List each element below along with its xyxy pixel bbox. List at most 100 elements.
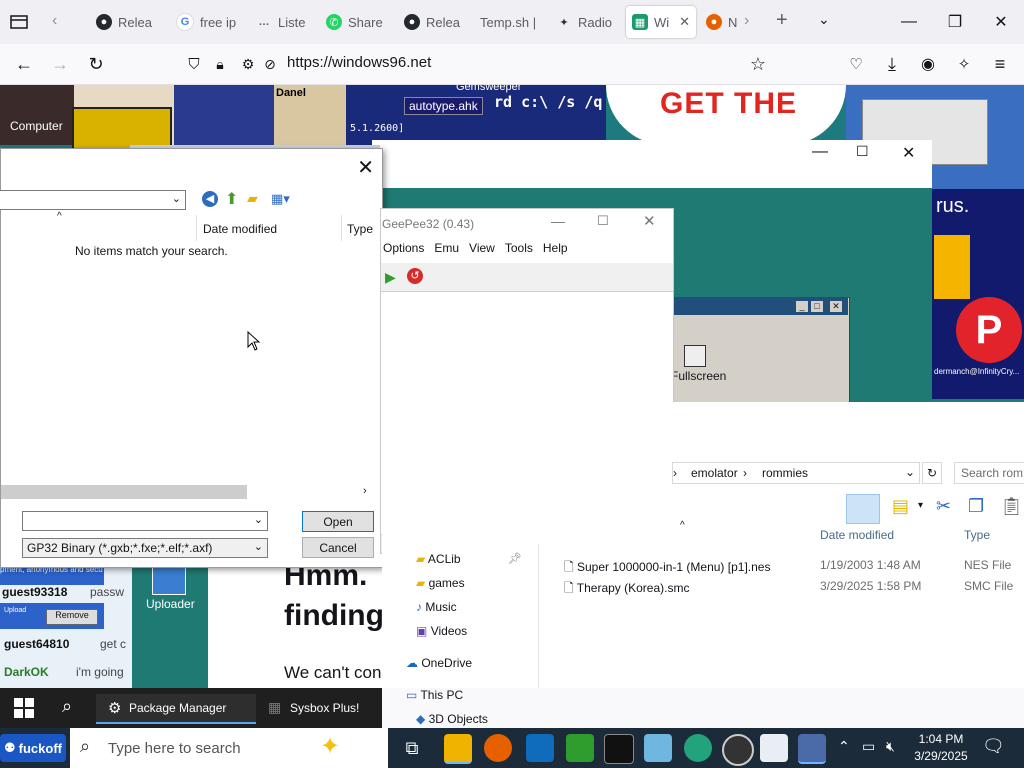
nav-item-this-pc[interactable]: ▭ This PC: [406, 688, 463, 702]
breadcrumb-rommies[interactable]: rommies: [762, 466, 808, 480]
column-date-modified[interactable]: Date modified: [203, 222, 277, 236]
tab-scroll-right-icon[interactable]: ›: [744, 12, 749, 30]
clock-time[interactable]: 1:04 PM: [916, 732, 966, 746]
cancel-button[interactable]: Cancel: [302, 537, 374, 558]
paste-icon[interactable]: 📋︎: [1000, 496, 1023, 517]
close-icon[interactable]: ✕: [986, 8, 1016, 36]
outlook-taskbar-icon[interactable]: [526, 734, 554, 762]
app-taskbar-icon[interactable]: [760, 734, 788, 762]
tab-windows96-active[interactable]: ▦ Wi ✕: [626, 6, 696, 38]
tab-google[interactable]: G free ip: [176, 6, 236, 38]
autotype-file-label[interactable]: autotype.ahk: [404, 97, 483, 115]
tab-liste[interactable]: … Liste: [256, 6, 308, 38]
uploader-label[interactable]: Uploader: [146, 597, 195, 611]
w96-start-icon[interactable]: [14, 698, 34, 718]
look-in-combo[interactable]: ⌄: [0, 190, 186, 210]
w96-search-icon[interactable]: ⌕: [62, 696, 72, 717]
file-name-combo[interactable]: ⌄: [22, 511, 268, 531]
column-type[interactable]: Type: [347, 222, 373, 236]
preview-pane-icon[interactable]: [846, 494, 880, 524]
volume-muted-icon[interactable]: 🔇︎: [886, 738, 895, 755]
reload-icon[interactable]: ↻: [82, 50, 110, 78]
app-taskbar-icon[interactable]: [566, 734, 594, 762]
app-taskbar-icon[interactable]: [684, 734, 712, 762]
menu-view[interactable]: View: [469, 241, 495, 261]
tracking-blocked-icon[interactable]: ⊘: [256, 50, 284, 78]
new-tab-icon[interactable]: +: [776, 9, 788, 32]
up-folder-icon[interactable]: ⬆: [225, 189, 238, 209]
tab-scroll-left-icon[interactable]: ‹: [52, 12, 57, 30]
subwin-minimize-icon[interactable]: _: [796, 301, 808, 312]
url-bar[interactable]: https://windows96.net: [287, 54, 431, 71]
forward-icon[interactable]: →: [46, 50, 74, 78]
remove-button[interactable]: Remove: [46, 609, 98, 625]
chevron-down-icon[interactable]: ⌄: [905, 465, 915, 479]
subwin-close-icon[interactable]: ✕: [830, 301, 842, 312]
extensions-icon[interactable]: ✧: [950, 50, 978, 78]
menu-options[interactable]: Options: [383, 241, 424, 261]
search-input[interactable]: Search rom: [954, 462, 1024, 484]
chevron-down-icon[interactable]: ▾: [918, 500, 923, 511]
start-button[interactable]: ⚉ fuckoff: [0, 734, 66, 762]
fullscreen-label[interactable]: Fullscreen: [671, 369, 726, 383]
close-tab-icon[interactable]: ✕: [679, 14, 690, 30]
properties-icon[interactable]: ▤: [892, 496, 909, 517]
app-taskbar-icon[interactable]: [798, 734, 826, 764]
bg-maximize-icon[interactable]: ☐: [856, 143, 869, 160]
back-icon[interactable]: ←: [10, 50, 38, 78]
tab-firefox[interactable]: ● N: [706, 6, 744, 38]
w96-task-sysbox[interactable]: ▦ Sysbox Plus!: [262, 694, 382, 722]
tab-github-2[interactable]: ● Relea: [404, 6, 464, 38]
nav-item-aclib[interactable]: ▰ ACLib: [416, 552, 461, 566]
sort-up-icon[interactable]: ^: [680, 520, 685, 531]
menu-tools[interactable]: Tools: [505, 241, 533, 261]
tab-github-1[interactable]: ● Relea: [96, 6, 162, 38]
back-icon[interactable]: ◀: [202, 191, 218, 207]
nav-item-games[interactable]: ▰ games: [416, 576, 465, 590]
task-view-icon[interactable]: ⧉: [398, 734, 426, 762]
new-folder-icon[interactable]: ▰: [247, 190, 258, 207]
chevron-up-icon[interactable]: ⌃: [838, 738, 850, 755]
maximize-icon[interactable]: ☐: [597, 213, 609, 229]
network-icon[interactable]: ▭: [862, 738, 875, 755]
account-icon[interactable]: ◉: [914, 50, 942, 78]
file-explorer-taskbar-icon[interactable]: [444, 734, 472, 764]
column-date-modified[interactable]: Date modified: [820, 528, 894, 542]
minimize-icon[interactable]: —: [894, 8, 924, 36]
address-bar[interactable]: › emolator › rommies ⌄: [672, 462, 920, 484]
close-icon[interactable]: ✕: [643, 212, 656, 230]
view-menu-icon[interactable]: ▦▾: [271, 191, 290, 207]
menu-emu[interactable]: Emu: [434, 241, 459, 261]
cut-icon[interactable]: ✂: [936, 496, 951, 517]
scroll-right-icon[interactable]: ›: [363, 485, 367, 497]
reset-icon[interactable]: ↺: [407, 268, 423, 284]
notifications-icon[interactable]: 🗨︎: [982, 736, 1005, 757]
file-row[interactable]: 🗋︎ Super 1000000-in-1 (Menu) [p1].nes: [564, 558, 770, 579]
nav-item-3d-objects[interactable]: ◆ 3D Objects: [416, 712, 488, 726]
open-button[interactable]: Open: [302, 511, 374, 532]
download-icon[interactable]: ⤓: [878, 50, 906, 78]
list-all-tabs-icon[interactable]: ⌄: [818, 11, 830, 28]
breadcrumb-emolator[interactable]: emolator: [691, 466, 738, 480]
w96-task-package-manager[interactable]: ⚙ Package Manager: [96, 694, 256, 724]
menu-help[interactable]: Help: [543, 241, 568, 261]
lock-icon[interactable]: 🔒︎: [206, 50, 234, 78]
minimize-icon[interactable]: —: [551, 213, 565, 229]
sort-up-icon[interactable]: ^: [57, 211, 62, 222]
play-icon[interactable]: ▶: [385, 269, 396, 286]
nav-item-videos[interactable]: ▣ Videos: [416, 624, 467, 638]
taskbar-search-box[interactable]: ⌕ Type here to search ✦: [70, 728, 388, 768]
refresh-icon[interactable]: ↻: [922, 462, 942, 484]
subwin-maximize-icon[interactable]: □: [811, 301, 823, 312]
tab-whatsapp[interactable]: ✆ Share: [326, 6, 384, 38]
tab-radio[interactable]: ✦ Radio: [556, 6, 612, 38]
clock-date[interactable]: 3/29/2025: [908, 749, 974, 763]
uploader-icon[interactable]: [152, 567, 186, 595]
computer-desktop-label[interactable]: Computer: [10, 119, 63, 133]
menu-icon[interactable]: ≡: [986, 50, 1014, 78]
firefox-taskbar-icon[interactable]: [484, 734, 512, 762]
app-taskbar-icon[interactable]: [644, 734, 672, 762]
file-type-select[interactable]: GP32 Binary (*.gxb;*.fxe;*.elf;*.axf) ⌄: [22, 538, 268, 558]
restore-icon[interactable]: ❐: [940, 8, 970, 36]
file-row[interactable]: 🗋︎ Therapy (Korea).smc: [564, 579, 689, 600]
